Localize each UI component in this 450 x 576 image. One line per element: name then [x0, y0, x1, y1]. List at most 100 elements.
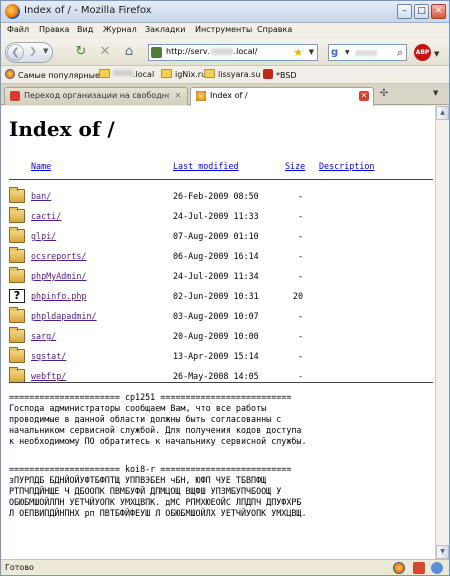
search-magnifier-icon[interactable]: ⌕ [397, 45, 403, 60]
minimize-button[interactable]: – [397, 4, 412, 19]
entry-link[interactable]: phpldapadmin/ [31, 311, 97, 321]
maximize-button[interactable]: □ [414, 4, 429, 19]
entry-size: - [297, 231, 303, 241]
table-row: ban/ 26-Feb-2009 08:50 - [9, 187, 429, 207]
entry-link[interactable]: glpi/ [31, 231, 56, 241]
url-bar[interactable]: http://serv. .local/ ★ ▼ [148, 44, 318, 61]
table-row: phpMyAdmin/ 24-Jul-2009 11:34 - [9, 267, 429, 287]
entry-link[interactable]: webftp/ [31, 371, 66, 381]
entry-size: - [297, 271, 303, 281]
forward-button[interactable]: ❯ [27, 46, 39, 58]
entry-date: 07-Aug-2009 01:10 [173, 231, 259, 241]
entry-date: 02-Jun-2009 10:31 [173, 291, 259, 301]
entry-date: 20-Aug-2009 10:00 [173, 331, 259, 341]
directory-favicon-icon [196, 91, 206, 101]
bookmark-lissyara[interactable]: lissyara.su [204, 69, 260, 79]
menu-view[interactable]: Вид [77, 25, 93, 34]
table-row: sarg/ 20-Aug-2009 10:00 - [9, 327, 429, 347]
bookmarks-toolbar: Самые популярные .local igNix.ru lissyar… [1, 66, 449, 84]
table-row: ocsreports/ 06-Aug-2009 16:14 - [9, 247, 429, 267]
firefox-status-icon[interactable] [393, 562, 405, 574]
table-row: webftp/ 26-May-2008 14:05 - [9, 367, 429, 387]
new-tab-button[interactable]: ✣ [377, 87, 391, 101]
entry-link[interactable]: phpinfo.php [31, 291, 86, 301]
entry-link[interactable]: cacti/ [31, 211, 61, 221]
page-favicon-icon [10, 91, 20, 101]
daemon-icon [263, 69, 273, 79]
back-forward-group: ❮ ❯ ▼ [5, 42, 53, 63]
url-dropdown-icon[interactable]: ▼ [309, 48, 314, 56]
scroll-down-arrow-icon[interactable]: ▼ [436, 545, 449, 559]
tab-label: Переход организации на свободное ... [24, 91, 169, 100]
entry-link[interactable]: phpMyAdmin/ [31, 271, 86, 281]
entry-size: 20 [292, 291, 303, 301]
adblock-plus-icon[interactable]: ABP [414, 44, 431, 61]
table-row: sqstat/ 13-Apr-2009 15:14 - [9, 347, 429, 367]
network-status-icon[interactable] [431, 562, 443, 574]
firefox-icon [5, 4, 20, 19]
addon-status-icon[interactable] [413, 562, 425, 574]
folder-icon [99, 69, 110, 78]
scroll-up-arrow-icon[interactable]: ▲ [436, 106, 449, 120]
entry-date: 26-May-2008 14:05 [173, 371, 259, 381]
menu-file[interactable]: Файл [7, 25, 29, 34]
menu-help[interactable]: Справка [257, 25, 292, 34]
search-text [355, 50, 377, 56]
menu-history[interactable]: Журнал [103, 25, 137, 34]
google-search-engine-icon[interactable]: g [331, 46, 345, 59]
menu-bar: Файл Правка Вид Журнал Закладки Инструме… [1, 23, 449, 39]
tab-inactive[interactable]: Переход организации на свободное ... ✕ [4, 87, 188, 105]
sort-by-name-link[interactable]: Name [31, 161, 51, 171]
entry-date: 26-Feb-2009 08:50 [173, 191, 259, 201]
menu-edit[interactable]: Правка [39, 25, 69, 34]
close-window-button[interactable]: ✕ [431, 4, 446, 19]
bookmark-ignix[interactable]: igNix.ru [161, 69, 206, 79]
menu-bookmarks[interactable]: Закладки [145, 25, 185, 34]
bookmark-star-icon[interactable]: ★ [293, 46, 303, 59]
bookmark-most-visited[interactable]: Самые популярные [5, 69, 100, 80]
tab-label: Index of / [210, 91, 248, 100]
entry-date: 06-Aug-2009 16:14 [173, 251, 259, 261]
status-bar: Готово [1, 559, 449, 575]
adblock-dropdown-icon[interactable]: ▼ [434, 50, 439, 58]
tab-close-icon[interactable]: ✕ [173, 91, 183, 101]
tab-close-icon[interactable]: ✕ [359, 91, 369, 101]
entry-date: 03-Aug-2009 10:07 [173, 311, 259, 321]
folder-icon [9, 247, 25, 263]
folder-icon [9, 267, 25, 283]
navigation-toolbar: ❮ ❯ ▼ ↻ ✕ ⌂ http://serv. .local/ ★ ▼ g ▼ … [1, 39, 449, 66]
folder-icon [204, 69, 215, 78]
table-row: phpldapadmin/ 03-Aug-2009 10:07 - [9, 307, 429, 327]
menu-tools[interactable]: Инструменты [195, 25, 252, 34]
bookmark-bsd[interactable]: *BSD [263, 69, 297, 80]
history-dropdown-icon[interactable]: ▼ [43, 47, 48, 55]
table-row: glpi/ 07-Aug-2009 01:10 - [9, 227, 429, 247]
entry-date: 13-Apr-2009 15:14 [173, 351, 259, 361]
engine-dropdown-icon[interactable]: ▼ [345, 49, 350, 56]
entry-link[interactable]: ocsreports/ [31, 251, 86, 261]
entry-size: - [297, 351, 303, 361]
tab-active[interactable]: Index of / ✕ [190, 87, 374, 106]
sort-by-size-link[interactable]: Size [285, 161, 305, 171]
entry-link[interactable]: sarg/ [31, 331, 56, 341]
back-button[interactable]: ❮ [7, 44, 24, 61]
entry-date: 24-Jul-2009 11:33 [173, 211, 259, 221]
entry-size: - [297, 331, 303, 341]
search-box[interactable]: g ▼ ⌕ [328, 44, 407, 61]
entry-link[interactable]: ban/ [31, 191, 51, 201]
bookmark-local[interactable]: .local [99, 69, 154, 79]
url-text: http://serv. .local/ [166, 47, 258, 56]
reload-icon[interactable]: ↻ [73, 44, 89, 60]
sort-by-modified-link[interactable]: Last modified [173, 161, 239, 171]
tab-list-icon[interactable]: ▼ [433, 89, 438, 97]
vertical-scrollbar[interactable]: ▲ ▼ [435, 106, 449, 559]
entry-size: - [297, 251, 303, 261]
folder-icon [9, 227, 25, 243]
entry-size: - [297, 211, 303, 221]
status-text: Готово [5, 563, 34, 572]
entry-link[interactable]: sqstat/ [31, 351, 66, 361]
home-icon[interactable]: ⌂ [121, 44, 137, 60]
sort-by-description-link[interactable]: Description [319, 161, 374, 171]
folder-icon [161, 69, 172, 78]
stop-icon[interactable]: ✕ [97, 44, 113, 60]
